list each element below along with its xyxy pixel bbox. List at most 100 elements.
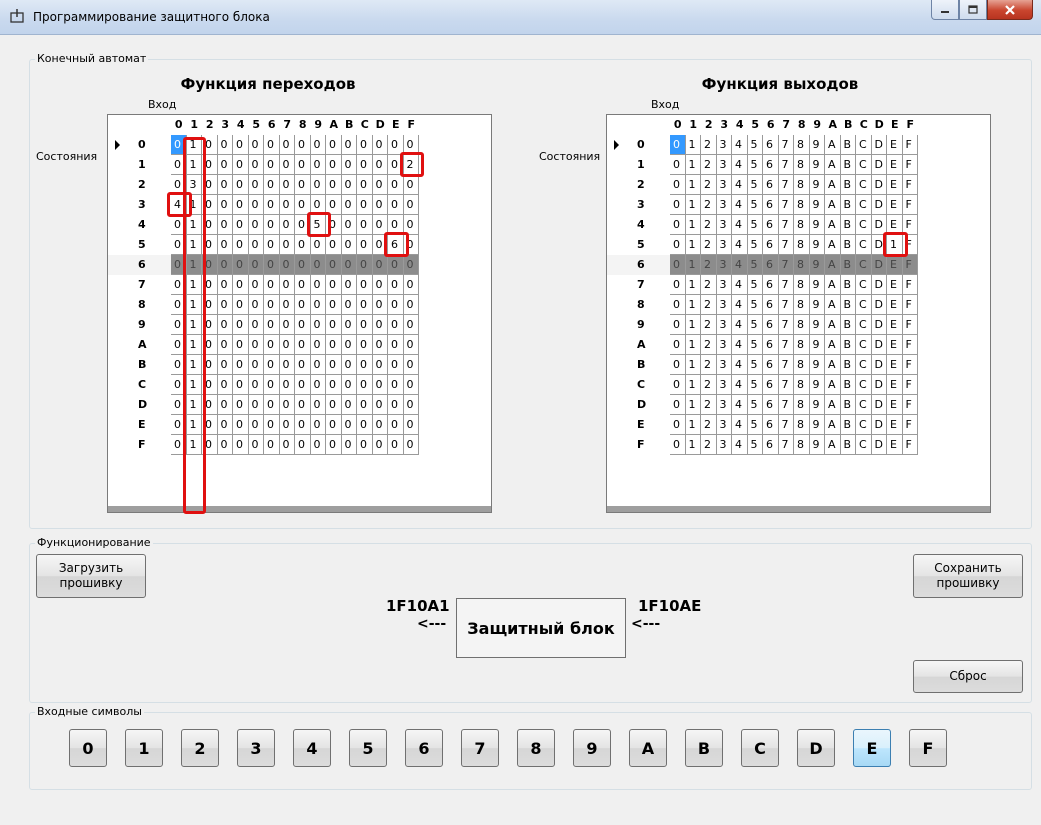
transitions-cell[interactable]: 0 <box>202 195 218 215</box>
outputs-column-header[interactable]: A <box>825 115 841 135</box>
outputs-column-header[interactable]: D <box>872 115 888 135</box>
outputs-cell[interactable]: 6 <box>763 175 779 195</box>
transitions-cell[interactable]: 0 <box>279 215 295 235</box>
outputs-cell[interactable]: 1 <box>685 195 701 215</box>
outputs-column-header[interactable]: 2 <box>701 115 717 135</box>
transitions-cell[interactable]: 0 <box>264 275 280 295</box>
outputs-cell[interactable]: C <box>856 175 872 195</box>
outputs-cell[interactable]: 7 <box>778 235 794 255</box>
transitions-cell[interactable]: 0 <box>233 195 249 215</box>
outputs-row[interactable]: 40123456789ABCDEF <box>607 215 990 235</box>
outputs-cell[interactable]: B <box>840 415 856 435</box>
outputs-cell[interactable]: 7 <box>778 375 794 395</box>
transitions-row[interactable]: 80100000000000000 <box>108 295 491 315</box>
transitions-cell[interactable]: 0 <box>171 235 187 255</box>
outputs-cell[interactable]: 6 <box>763 255 779 275</box>
transitions-cell[interactable]: 0 <box>248 355 264 375</box>
outputs-cell[interactable]: D <box>871 335 887 355</box>
outputs-cell[interactable]: E <box>887 415 903 435</box>
outputs-cell[interactable]: E <box>887 155 903 175</box>
outputs-cell[interactable]: F <box>902 295 918 315</box>
transitions-cell[interactable]: 0 <box>388 395 404 415</box>
transitions-cell[interactable]: 0 <box>310 335 326 355</box>
transitions-cell[interactable]: 0 <box>171 395 187 415</box>
outputs-cell[interactable]: E <box>887 435 903 455</box>
outputs-cell[interactable]: A <box>825 235 841 255</box>
transitions-cell[interactable]: 0 <box>295 135 311 155</box>
transitions-cell[interactable]: 0 <box>357 215 373 235</box>
outputs-cell[interactable]: 9 <box>809 335 825 355</box>
transitions-cell[interactable]: 0 <box>248 235 264 255</box>
outputs-column-header[interactable]: B <box>841 115 857 135</box>
outputs-cell[interactable]: C <box>856 355 872 375</box>
transitions-cell[interactable]: 0 <box>388 215 404 235</box>
outputs-row[interactable]: 90123456789ABCDEF <box>607 315 990 335</box>
transitions-cell[interactable]: 0 <box>202 215 218 235</box>
outputs-cell[interactable]: 2 <box>701 235 717 255</box>
transitions-cell[interactable]: 1 <box>186 395 202 415</box>
outputs-cell[interactable]: B <box>840 215 856 235</box>
transitions-column-header[interactable]: A <box>326 115 342 135</box>
outputs-cell[interactable]: B <box>840 335 856 355</box>
transitions-row-header[interactable]: F <box>108 435 171 455</box>
outputs-cell[interactable]: 1 <box>685 175 701 195</box>
transitions-cell[interactable]: 0 <box>357 155 373 175</box>
outputs-cell[interactable]: 5 <box>747 315 763 335</box>
outputs-cell[interactable]: 4 <box>732 315 748 335</box>
transitions-row-header[interactable]: 6 <box>108 255 171 275</box>
transitions-cell[interactable]: 0 <box>388 435 404 455</box>
transitions-cell[interactable]: 0 <box>217 355 233 375</box>
outputs-cell[interactable]: 3 <box>716 375 732 395</box>
transitions-cell[interactable]: 0 <box>217 295 233 315</box>
outputs-row-header[interactable]: 1 <box>607 155 670 175</box>
outputs-cell[interactable]: E <box>887 375 903 395</box>
outputs-cell[interactable]: 6 <box>763 435 779 455</box>
save-firmware-button[interactable]: Сохранить прошивку <box>913 554 1023 598</box>
transitions-cell[interactable]: 0 <box>372 355 388 375</box>
transitions-cell[interactable]: 0 <box>202 135 218 155</box>
transitions-cell[interactable]: 0 <box>326 275 342 295</box>
outputs-cell[interactable]: 2 <box>701 395 717 415</box>
transitions-cell[interactable]: 0 <box>202 255 218 275</box>
transitions-cell[interactable]: 0 <box>217 255 233 275</box>
outputs-cell[interactable]: F <box>902 275 918 295</box>
transitions-cell[interactable]: 0 <box>248 175 264 195</box>
outputs-cell[interactable]: C <box>856 415 872 435</box>
outputs-cell[interactable]: F <box>902 195 918 215</box>
outputs-cell[interactable]: E <box>887 135 903 155</box>
outputs-cell[interactable]: 5 <box>747 295 763 315</box>
transitions-cell[interactable]: 0 <box>217 215 233 235</box>
outputs-cell[interactable]: 9 <box>809 315 825 335</box>
outputs-cell[interactable]: B <box>840 275 856 295</box>
transitions-row[interactable]: 40100000005000000 <box>108 215 491 235</box>
transitions-cell[interactable]: 0 <box>279 355 295 375</box>
transitions-row-header[interactable]: 2 <box>108 175 171 195</box>
transitions-cell[interactable]: 0 <box>279 275 295 295</box>
outputs-cell[interactable]: 7 <box>778 255 794 275</box>
outputs-cell[interactable]: A <box>825 195 841 215</box>
transitions-cell[interactable]: 0 <box>310 155 326 175</box>
outputs-column-header[interactable]: 8 <box>794 115 810 135</box>
transitions-cell[interactable]: 0 <box>388 135 404 155</box>
transitions-cell[interactable]: 0 <box>264 415 280 435</box>
outputs-cell[interactable]: 9 <box>809 255 825 275</box>
outputs-row-header[interactable]: D <box>607 395 670 415</box>
outputs-cell[interactable]: 2 <box>701 295 717 315</box>
outputs-cell[interactable]: E <box>887 275 903 295</box>
transitions-cell[interactable]: 0 <box>403 415 419 435</box>
transitions-cell[interactable]: 0 <box>233 375 249 395</box>
transitions-cell[interactable]: 0 <box>372 295 388 315</box>
transitions-cell[interactable]: 0 <box>357 375 373 395</box>
outputs-cell[interactable]: 7 <box>778 215 794 235</box>
outputs-cell[interactable]: D <box>871 295 887 315</box>
transitions-cell[interactable]: 0 <box>202 375 218 395</box>
outputs-cell[interactable]: 1 <box>685 135 701 155</box>
outputs-cell[interactable]: 6 <box>763 395 779 415</box>
outputs-cell[interactable]: 8 <box>794 235 810 255</box>
transitions-cell[interactable]: 0 <box>388 375 404 395</box>
outputs-cell[interactable]: C <box>856 155 872 175</box>
outputs-cell[interactable]: A <box>825 155 841 175</box>
key-button[interactable]: 5 <box>349 729 387 767</box>
transitions-cell[interactable]: 0 <box>310 175 326 195</box>
transitions-cell[interactable]: 0 <box>388 275 404 295</box>
